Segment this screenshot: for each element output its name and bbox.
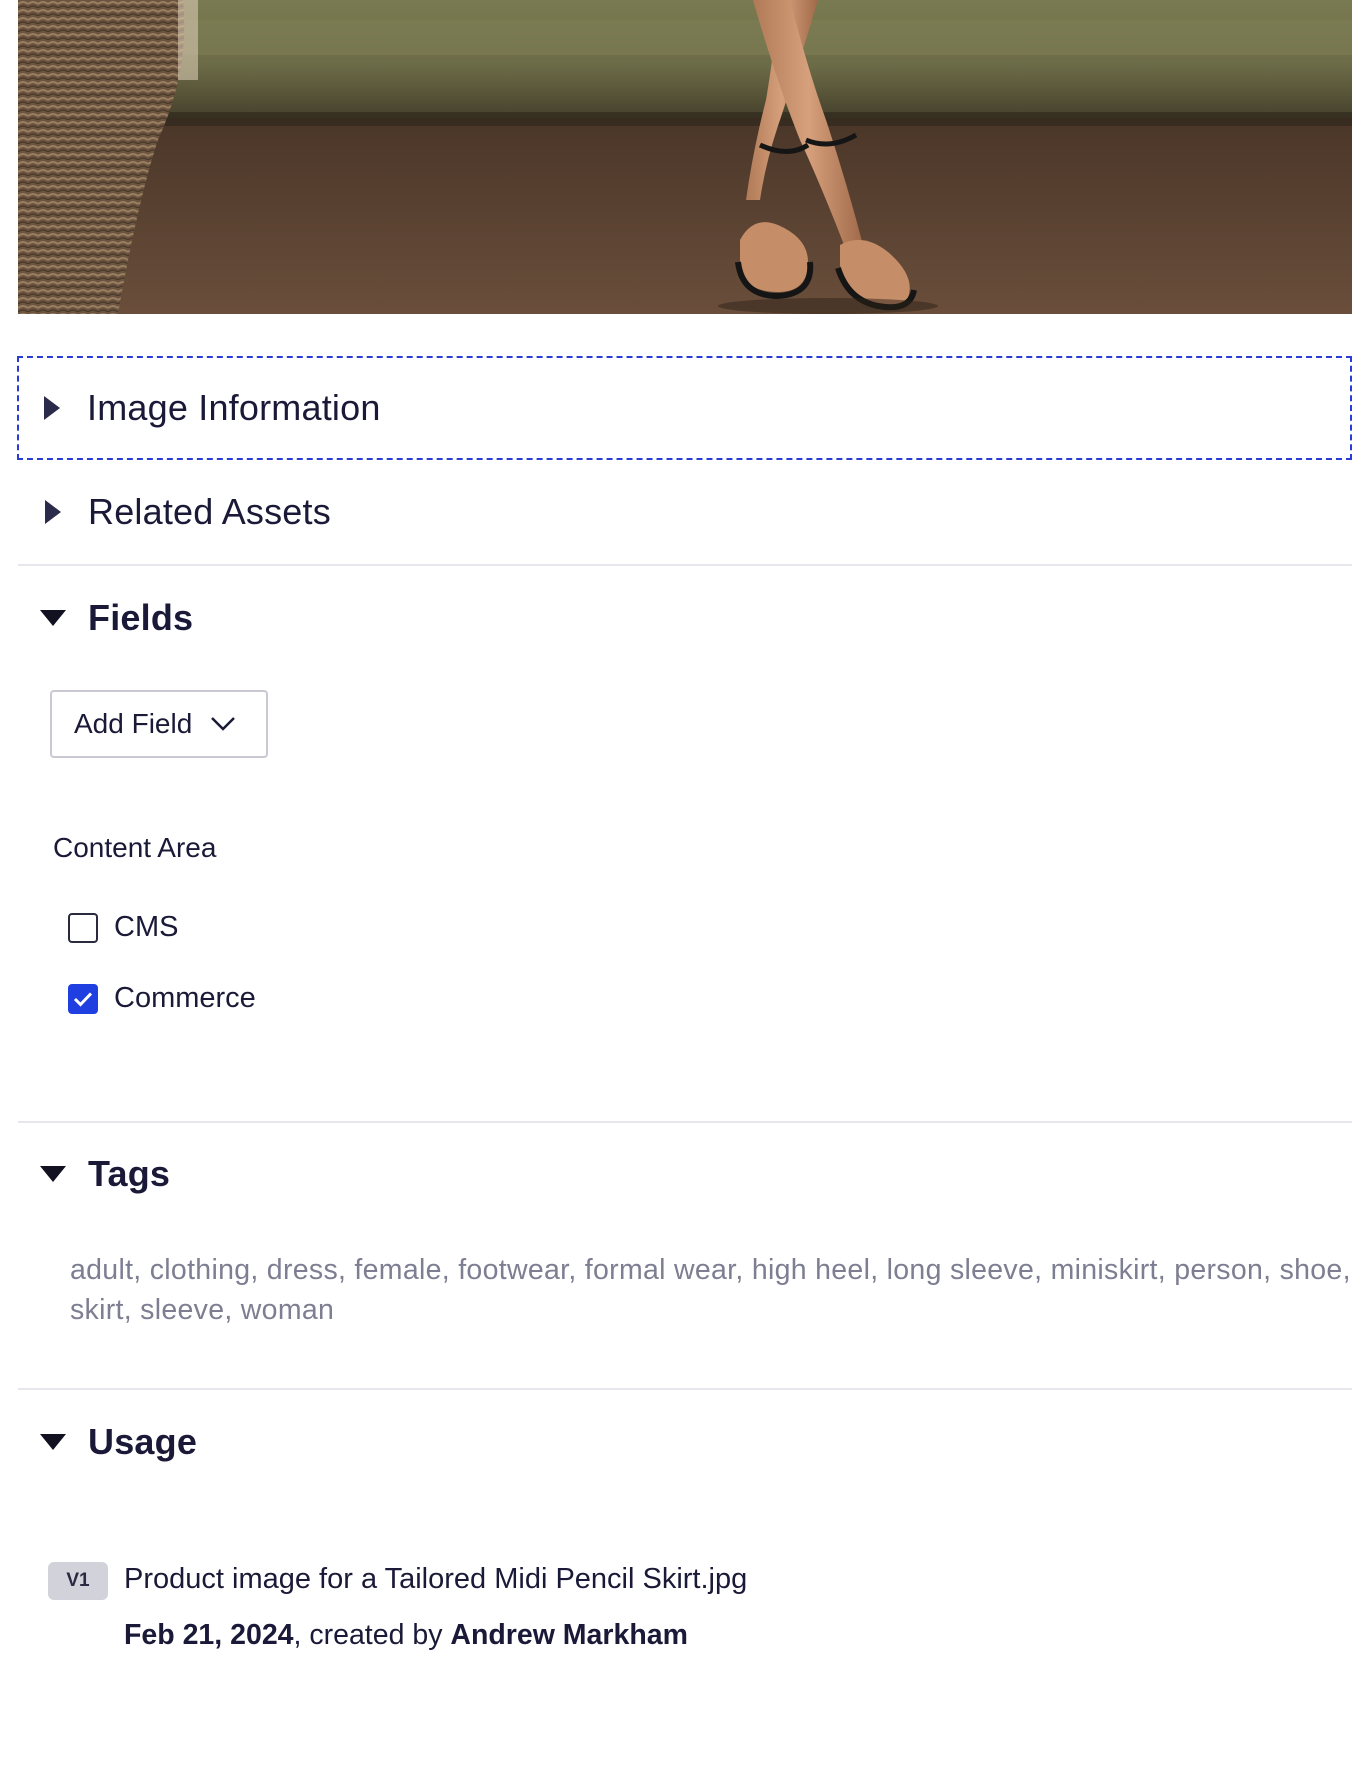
created-by-text: , created by bbox=[293, 1619, 451, 1651]
section-header-related-assets[interactable]: Related Assets bbox=[18, 460, 1352, 564]
section-header-usage[interactable]: Usage bbox=[18, 1390, 1352, 1494]
checkbox-label: Commerce bbox=[114, 982, 256, 1014]
section-title: Usage bbox=[88, 1421, 198, 1462]
checkbox-unchecked[interactable] bbox=[68, 912, 98, 943]
usage-meta: Feb 21, 2024, created by Andrew Markham bbox=[124, 1619, 688, 1652]
caret-down-icon bbox=[18, 1122, 88, 1226]
usage-file-name[interactable]: Product image for a Tailored Midi Pencil… bbox=[124, 1563, 747, 1596]
section-title: Fields bbox=[88, 597, 194, 638]
section-header-fields[interactable]: Fields bbox=[18, 566, 1352, 670]
asset-preview-image bbox=[18, 0, 1352, 314]
add-field-dropdown[interactable]: Add Field bbox=[50, 690, 268, 758]
checkbox-commerce[interactable]: Commerce bbox=[68, 982, 256, 1015]
caret-right-icon bbox=[17, 356, 87, 460]
checkbox-checked[interactable] bbox=[68, 983, 98, 1014]
section-title: Image Information bbox=[87, 387, 381, 428]
caret-down-icon bbox=[18, 566, 88, 670]
checkbox-label: CMS bbox=[114, 911, 179, 943]
caret-down-icon bbox=[18, 1390, 88, 1494]
tags-list: adult, clothing, dress, female, footwear… bbox=[70, 1254, 1351, 1326]
section-title: Related Assets bbox=[88, 491, 331, 532]
version-badge: V1 bbox=[48, 1562, 108, 1600]
caret-right-icon bbox=[18, 460, 88, 564]
checkbox-cms[interactable]: CMS bbox=[68, 911, 178, 944]
usage-date: Feb 21, 2024 bbox=[124, 1619, 294, 1651]
checkmark-icon bbox=[73, 991, 93, 1007]
usage-author: Andrew Markham bbox=[450, 1619, 688, 1651]
content-area-label: Content Area bbox=[53, 832, 217, 863]
chevron-down-icon bbox=[211, 717, 236, 731]
section-header-tags[interactable]: Tags bbox=[18, 1122, 1352, 1226]
section-header-image-information[interactable]: Image Information bbox=[17, 356, 1352, 460]
add-field-label: Add Field bbox=[74, 708, 193, 739]
section-title: Tags bbox=[88, 1153, 171, 1194]
